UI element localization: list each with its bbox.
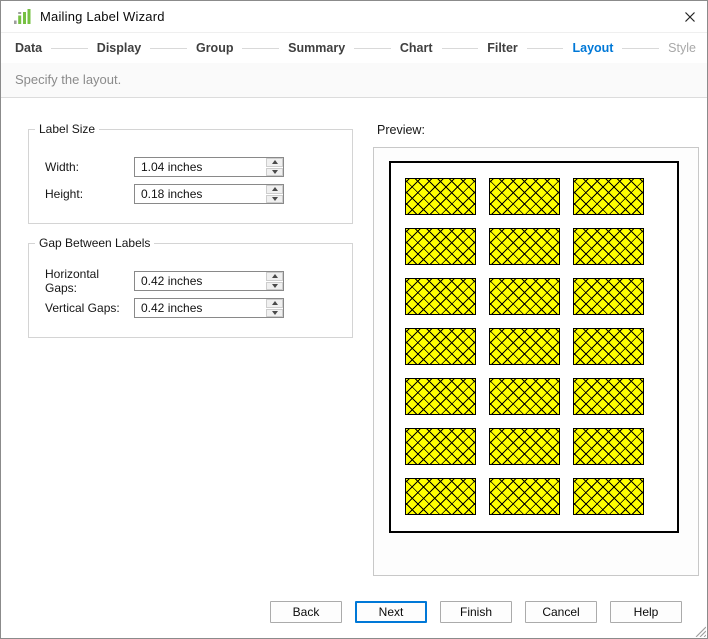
height-spinner bbox=[266, 185, 283, 203]
preview-label: Preview: bbox=[377, 123, 425, 137]
preview-label-cell bbox=[489, 378, 560, 415]
back-button[interactable]: Back bbox=[270, 601, 342, 623]
horizontal-gaps-row: Horizontal Gaps: bbox=[45, 267, 284, 295]
dialog-button-bar: Back Next Finish Cancel Help bbox=[270, 601, 682, 623]
width-field bbox=[134, 157, 284, 177]
window-title: Mailing Label Wizard bbox=[40, 9, 165, 24]
step-group[interactable]: Group bbox=[196, 41, 234, 55]
width-input[interactable] bbox=[134, 157, 284, 177]
close-icon bbox=[685, 12, 695, 22]
preview-label-cell bbox=[573, 328, 644, 365]
step-chart[interactable]: Chart bbox=[400, 41, 433, 55]
spinner-up-button[interactable] bbox=[266, 185, 283, 194]
step-filter[interactable]: Filter bbox=[487, 41, 518, 55]
vertical-gaps-spinner bbox=[266, 299, 283, 317]
preview-label-cell bbox=[489, 278, 560, 315]
spinner-up-button[interactable] bbox=[266, 272, 283, 281]
next-button[interactable]: Next bbox=[355, 601, 427, 623]
arrow-down-icon bbox=[271, 196, 278, 201]
preview-label-cell bbox=[489, 428, 560, 465]
preview-label-cell bbox=[573, 428, 644, 465]
preview-label-cell bbox=[573, 228, 644, 265]
help-button[interactable]: Help bbox=[610, 601, 682, 623]
arrow-up-icon bbox=[271, 187, 278, 192]
finish-button[interactable]: Finish bbox=[440, 601, 512, 623]
preview-label-cell bbox=[489, 228, 560, 265]
width-spinner bbox=[266, 158, 283, 176]
horizontal-gaps-label: Horizontal Gaps: bbox=[45, 267, 100, 295]
preview-label-cell bbox=[573, 178, 644, 215]
arrow-down-icon bbox=[271, 283, 278, 288]
resize-grip-icon[interactable] bbox=[694, 625, 706, 637]
horizontal-gaps-field bbox=[134, 271, 284, 291]
step-connector bbox=[242, 48, 280, 49]
preview-label-cell bbox=[405, 228, 476, 265]
vertical-gaps-row: Vertical Gaps: bbox=[45, 298, 284, 318]
step-summary[interactable]: Summary bbox=[288, 41, 345, 55]
preview-label-cell bbox=[489, 478, 560, 515]
preview-label-cell bbox=[405, 278, 476, 315]
height-row: Height: bbox=[45, 184, 284, 204]
height-field bbox=[134, 184, 284, 204]
horizontal-gaps-input[interactable] bbox=[134, 271, 284, 291]
preview-label-cell bbox=[489, 178, 560, 215]
spinner-up-button[interactable] bbox=[266, 158, 283, 167]
spinner-down-button[interactable] bbox=[266, 308, 283, 317]
width-row: Width: bbox=[45, 157, 284, 177]
step-connector bbox=[441, 48, 479, 49]
height-input[interactable] bbox=[134, 184, 284, 204]
cancel-button[interactable]: Cancel bbox=[525, 601, 597, 623]
preview-label-grid bbox=[405, 178, 677, 515]
preview-page bbox=[389, 161, 679, 533]
preview-label-cell bbox=[573, 478, 644, 515]
step-display[interactable]: Display bbox=[97, 41, 141, 55]
preview-label-cell bbox=[405, 428, 476, 465]
label-size-legend: Label Size bbox=[35, 122, 100, 136]
spinner-down-button[interactable] bbox=[266, 167, 283, 176]
spinner-down-button[interactable] bbox=[266, 194, 283, 203]
preview-label-cell bbox=[573, 278, 644, 315]
arrow-up-icon bbox=[271, 274, 278, 279]
step-connector bbox=[354, 48, 391, 49]
arrow-up-icon bbox=[271, 301, 278, 306]
preview-panel bbox=[373, 147, 699, 576]
height-label: Height: bbox=[45, 187, 84, 201]
arrow-down-icon bbox=[271, 169, 278, 174]
spinner-down-button[interactable] bbox=[266, 281, 283, 290]
preview-label-cell bbox=[405, 328, 476, 365]
gap-legend: Gap Between Labels bbox=[35, 236, 155, 250]
vertical-gaps-label: Vertical Gaps: bbox=[45, 301, 120, 315]
preview-label-cell bbox=[405, 378, 476, 415]
horizontal-gaps-spinner bbox=[266, 272, 283, 290]
preview-label-cell bbox=[489, 328, 560, 365]
title-bar: Mailing Label Wizard bbox=[1, 1, 707, 33]
step-connector bbox=[622, 48, 660, 49]
width-label: Width: bbox=[45, 160, 80, 174]
arrow-down-icon bbox=[271, 310, 278, 315]
mailing-label-wizard-dialog: Mailing Label Wizard Data Display Group … bbox=[0, 0, 708, 639]
wizard-step-nav: Data Display Group Summary Chart Filter … bbox=[1, 33, 707, 63]
close-button[interactable] bbox=[675, 3, 705, 31]
step-layout[interactable]: Layout bbox=[572, 41, 613, 55]
bar-chart-icon bbox=[14, 8, 31, 24]
vertical-gaps-input[interactable] bbox=[134, 298, 284, 318]
vertical-gaps-field bbox=[134, 298, 284, 318]
preview-label-cell bbox=[405, 178, 476, 215]
wizard-subtitle: Specify the layout. bbox=[1, 63, 707, 98]
preview-label-cell bbox=[573, 378, 644, 415]
step-connector bbox=[51, 48, 88, 49]
arrow-up-icon bbox=[271, 160, 278, 165]
step-data[interactable]: Data bbox=[15, 41, 42, 55]
step-connector bbox=[526, 48, 564, 49]
preview-label-cell bbox=[405, 478, 476, 515]
gap-between-labels-group: Gap Between Labels Horizontal Gaps: Vert… bbox=[28, 236, 353, 338]
label-size-group: Label Size Width: Height: bbox=[28, 122, 353, 224]
step-connector bbox=[150, 48, 187, 49]
spinner-up-button[interactable] bbox=[266, 299, 283, 308]
step-style[interactable]: Style bbox=[668, 41, 696, 55]
